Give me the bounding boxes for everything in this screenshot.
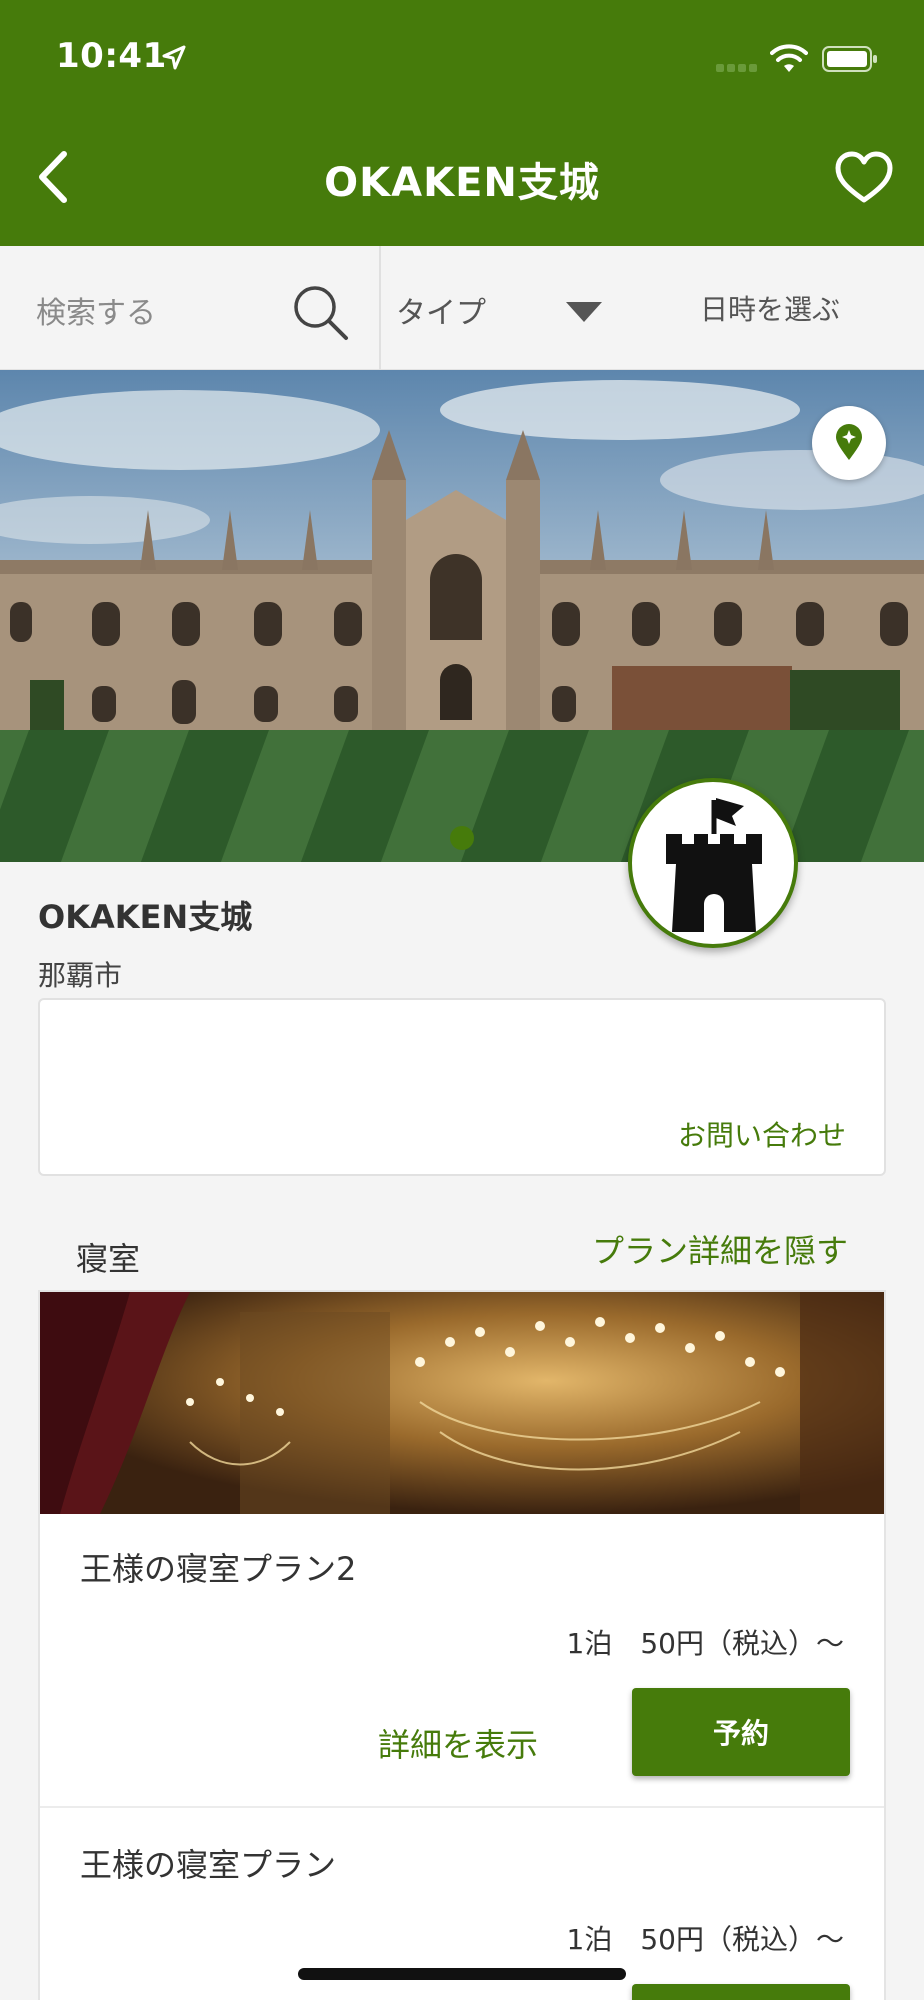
plan-price: 1泊 50円（税込）～	[566, 1627, 844, 1660]
heart-icon[interactable]	[834, 150, 894, 206]
castle-icon	[666, 798, 762, 932]
plan-price: 1泊 50円（税込）～	[566, 1923, 844, 1956]
plans-section-title: 寝室	[76, 1240, 141, 1278]
filter-divider	[379, 246, 381, 370]
location-arrow-icon	[162, 45, 186, 70]
venue-city: 那覇市	[38, 959, 123, 992]
carousel-page-indicator	[450, 826, 474, 850]
hide-plan-details-link[interactable]: プラン詳細を隠す	[592, 1226, 848, 1272]
chandelier-photo	[40, 1292, 884, 1514]
reserve-button[interactable]: 予約	[632, 1984, 850, 2000]
plan-divider	[40, 1806, 884, 1808]
venue-type-badge	[628, 778, 798, 948]
type-dropdown-label: タイプ	[396, 296, 486, 331]
battery-icon	[822, 46, 877, 72]
filter-bar: 検索する タイプ 日時を選ぶ	[0, 246, 924, 370]
caret-down-icon	[566, 302, 602, 322]
plan-list-card: 王様の寝室プラン2 1泊 50円（税込）～ 詳細を表示 予約 王様の寝室プラン …	[38, 1290, 886, 2000]
search-input[interactable]: 検索する	[0, 246, 378, 370]
status-time: 10:41	[56, 36, 167, 76]
date-picker-button[interactable]: 日時を選ぶ	[700, 288, 840, 328]
search-icon[interactable]	[290, 282, 350, 342]
plan-name: 王様の寝室プラン2	[80, 1550, 357, 1588]
map-pin-icon	[836, 424, 862, 460]
app-header: 10:41 OKAKEN支城	[0, 0, 924, 246]
search-placeholder: 検索する	[36, 296, 156, 331]
page-title: OKAKEN支城	[324, 160, 600, 206]
inquiry-link[interactable]: お問い合わせ	[678, 1114, 846, 1154]
home-indicator	[298, 1968, 626, 1980]
plan-detail-link[interactable]: 詳細を表示	[378, 1720, 538, 1766]
reserve-button[interactable]: 予約	[632, 1688, 850, 1776]
plan-name: 王様の寝室プラン	[80, 1846, 337, 1884]
map-button[interactable]	[812, 406, 886, 480]
plan-photo	[40, 1292, 884, 1514]
venue-name: OKAKEN支城	[38, 898, 253, 936]
venue-info-box: お問い合わせ	[38, 998, 886, 1176]
type-dropdown[interactable]: タイプ	[396, 246, 620, 370]
wifi-icon	[770, 44, 808, 72]
cellular-signal-icon	[716, 64, 757, 72]
